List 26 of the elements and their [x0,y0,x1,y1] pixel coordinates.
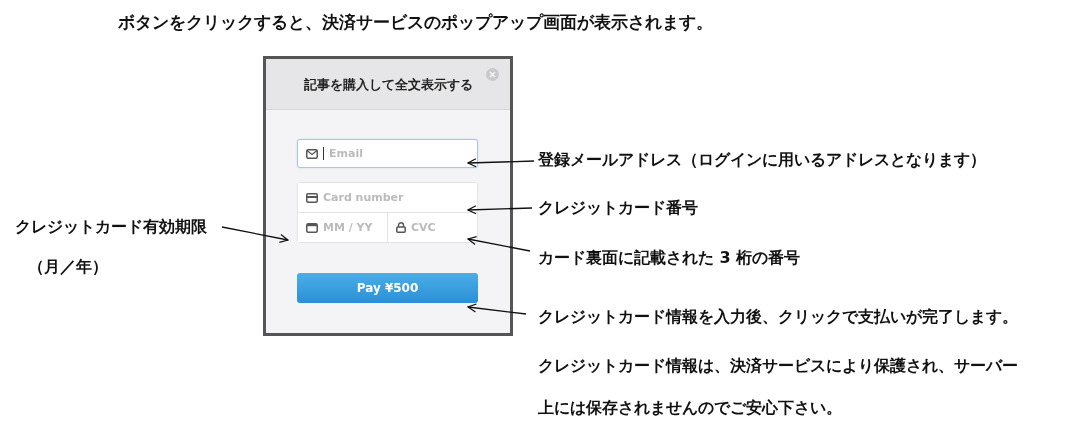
arrow [467,205,533,215]
input-field[interactable]: Email [297,139,478,168]
placeholder: Email [329,147,363,160]
placeholder: CVC [411,221,436,234]
dialog-title: 記事を購入して全文表示する [303,76,473,94]
annotation-text: クレジットカード情報は、決済サービスにより保護され、サーバー上には保存されませんのでご安心下さい。 [538,355,1019,419]
annotation-text: カード裏面に記載された 3 桁の番号 [538,247,801,269]
close-icon[interactable] [486,68,499,81]
lock-icon [396,222,406,233]
calendar-icon [306,222,318,233]
annotation-text: クレジットカード有効期限 [15,216,207,238]
arrow [221,226,289,243]
heading: ボタンをクリックすると、決済サービスのポップアップ画面が表示されます。 [117,12,714,34]
annotation-text: （月／年） [28,256,108,278]
arrow [467,158,535,168]
annotation-text: クレジットカード情報を入力後、クリックで支払いが完了します。 [538,306,1018,328]
arrow [467,303,527,315]
arrow [467,236,531,252]
placeholder: MM / YY [323,221,373,234]
placeholder: Card number [323,191,404,204]
card-icon [306,192,318,203]
pay-button[interactable]: Pay ¥500 [297,273,478,303]
annotation-text: クレジットカード番号 [538,197,698,219]
envelope-icon [306,148,318,159]
input-field[interactable]: CVC [387,213,477,242]
annotation-text: 登録メールアドレス（ログインに用いるアドレスとなります） [538,149,986,171]
